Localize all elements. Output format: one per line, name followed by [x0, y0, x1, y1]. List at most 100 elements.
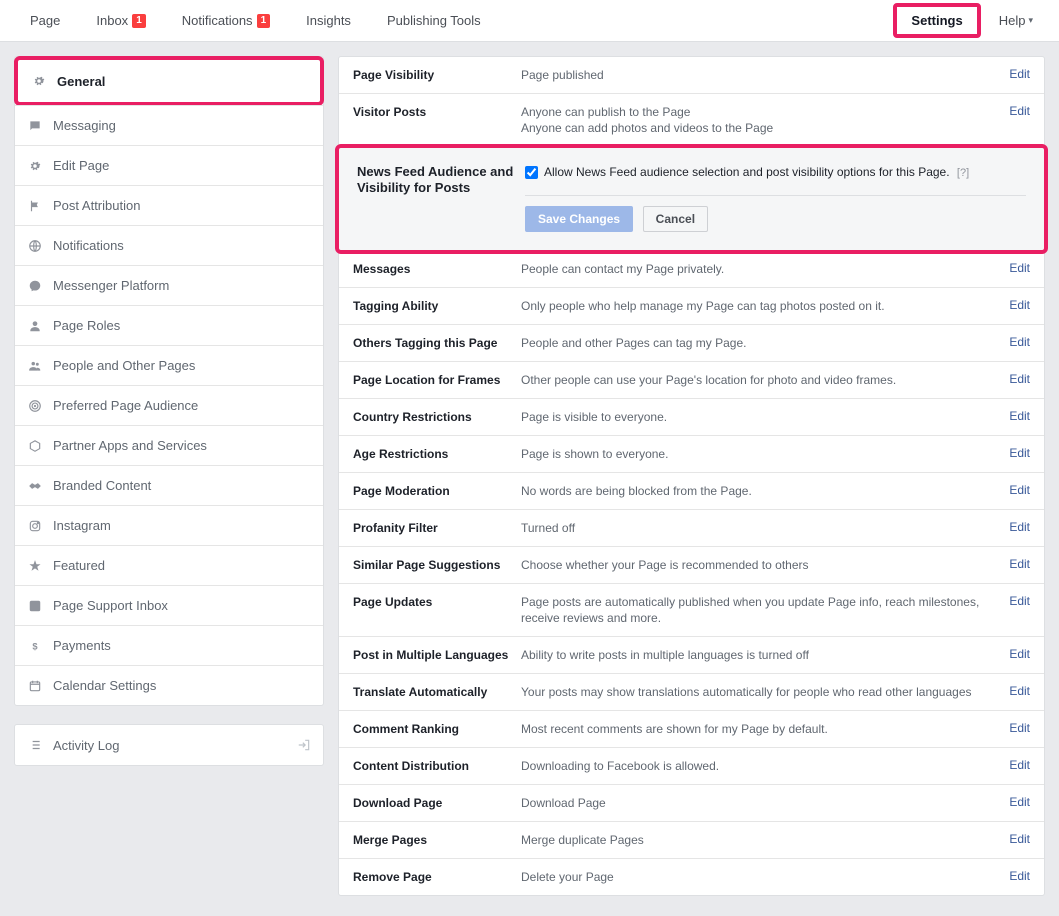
sidebar-item-messaging[interactable]: Messaging	[15, 105, 323, 145]
setting-merge-pages: Merge Pages Merge duplicate Pages Edit	[339, 822, 1044, 859]
setting-multiple-languages: Post in Multiple Languages Ability to wr…	[339, 637, 1044, 674]
setting-translate-automatically: Translate Automatically Your posts may s…	[339, 674, 1044, 711]
nav-inbox-badge: 1	[132, 14, 146, 28]
setting-value: Ability to write posts in multiple langu…	[521, 647, 990, 663]
setting-value: People can contact my Page privately.	[521, 261, 990, 277]
setting-label: Page Updates	[353, 594, 521, 610]
setting-value: Your posts may show translations automat…	[521, 684, 990, 700]
setting-label: Tagging Ability	[353, 298, 521, 314]
sidebar-item-page-support-inbox[interactable]: Page Support Inbox	[15, 585, 323, 625]
edit-link[interactable]: Edit	[1009, 298, 1030, 312]
checkbox-label: Allow News Feed audience selection and p…	[544, 165, 950, 179]
nav-publishing-tools[interactable]: Publishing Tools	[369, 0, 499, 42]
edit-link[interactable]: Edit	[1009, 483, 1030, 497]
nav-insights[interactable]: Insights	[288, 0, 369, 42]
sidebar-item-label: Page Support Inbox	[53, 598, 168, 613]
edit-link[interactable]: Edit	[1009, 335, 1030, 349]
setting-label: Post in Multiple Languages	[353, 647, 521, 663]
dollar-icon: $	[27, 638, 43, 654]
edit-link[interactable]: Edit	[1009, 372, 1030, 386]
sidebar-item-messenger-platform[interactable]: Messenger Platform	[15, 265, 323, 305]
sidebar-item-notifications[interactable]: Notifications	[15, 225, 323, 265]
chevron-down-icon: ▾	[1028, 15, 1033, 26]
setting-page-location-frames: Page Location for Frames Other people ca…	[339, 362, 1044, 399]
edit-link[interactable]: Edit	[1009, 409, 1030, 423]
sidebar-item-label: Activity Log	[53, 738, 119, 753]
setting-value: Downloading to Facebook is allowed.	[521, 758, 990, 774]
gear-icon	[31, 73, 47, 89]
sidebar-item-label: Edit Page	[53, 158, 109, 173]
box-icon	[27, 438, 43, 454]
nav-page[interactable]: Page	[12, 0, 78, 42]
setting-content-distribution: Content Distribution Downloading to Face…	[339, 748, 1044, 785]
edit-link[interactable]: Edit	[1009, 832, 1030, 846]
edit-link[interactable]: Edit	[1009, 67, 1030, 81]
sidebar-item-payments[interactable]: $ Payments	[15, 625, 323, 665]
nav-settings[interactable]: Settings	[893, 3, 980, 38]
page-wrap: General Messaging Edit Page Post At	[0, 42, 1059, 910]
edit-link[interactable]: Edit	[1009, 520, 1030, 534]
handshake-icon	[27, 478, 43, 494]
edit-link[interactable]: Edit	[1009, 104, 1030, 118]
setting-visitor-posts: Visitor Posts Anyone can publish to the …	[339, 94, 1044, 147]
cancel-button[interactable]: Cancel	[643, 206, 708, 232]
sidebar-item-post-attribution[interactable]: Post Attribution	[15, 185, 323, 225]
sidebar-item-label: Featured	[53, 558, 105, 573]
setting-value: Merge duplicate Pages	[521, 832, 990, 848]
sidebar-item-label: Instagram	[53, 518, 111, 533]
sidebar-item-featured[interactable]: Featured	[15, 545, 323, 585]
sidebar-item-label: People and Other Pages	[53, 358, 195, 373]
edit-link[interactable]: Edit	[1009, 594, 1030, 608]
save-changes-button[interactable]: Save Changes	[525, 206, 633, 232]
edit-link[interactable]: Edit	[1009, 261, 1030, 275]
edit-link[interactable]: Edit	[1009, 557, 1030, 571]
setting-value: Delete your Page	[521, 869, 990, 885]
setting-label: Age Restrictions	[353, 446, 521, 462]
setting-comment-ranking: Comment Ranking Most recent comments are…	[339, 711, 1044, 748]
edit-link[interactable]: Edit	[1009, 721, 1030, 735]
edit-link[interactable]: Edit	[1009, 684, 1030, 698]
setting-download-page: Download Page Download Page Edit	[339, 785, 1044, 822]
edit-link[interactable]: Edit	[1009, 869, 1030, 883]
people-icon	[27, 358, 43, 374]
setting-similar-page-suggestions: Similar Page Suggestions Choose whether …	[339, 547, 1044, 584]
setting-label: Country Restrictions	[353, 409, 521, 425]
nav-inbox[interactable]: Inbox 1	[78, 0, 163, 42]
sidebar-item-instagram[interactable]: Instagram	[15, 505, 323, 545]
flag-icon	[27, 198, 43, 214]
sidebar-item-general[interactable]: General	[19, 61, 319, 101]
sidebar-item-calendar-settings[interactable]: Calendar Settings	[15, 665, 323, 705]
edit-link[interactable]: Edit	[1009, 795, 1030, 809]
sidebar: General Messaging Edit Page Post At	[14, 56, 324, 896]
edit-link[interactable]: Edit	[1009, 758, 1030, 772]
button-row: Save Changes Cancel	[343, 206, 1040, 246]
nav-help[interactable]: Help ▾	[985, 0, 1047, 42]
setting-label: Comment Ranking	[353, 721, 521, 737]
sidebar-item-label: Page Roles	[53, 318, 120, 333]
setting-label: Translate Automatically	[353, 684, 521, 700]
sidebar-item-partner-apps[interactable]: Partner Apps and Services	[15, 425, 323, 465]
help-icon[interactable]: [?]	[957, 167, 969, 179]
sidebar-item-edit-page[interactable]: Edit Page	[15, 145, 323, 185]
settings-main: Page Visibility Page published Edit Visi…	[338, 56, 1045, 896]
sidebar-item-people-other-pages[interactable]: People and Other Pages	[15, 345, 323, 385]
setting-value: Download Page	[521, 795, 990, 811]
nav-insights-label: Insights	[306, 13, 351, 28]
news-feed-checkbox[interactable]	[525, 166, 538, 179]
sidebar-item-activity-log[interactable]: Activity Log	[15, 725, 323, 765]
sidebar-item-label: Partner Apps and Services	[53, 438, 207, 453]
sidebar-item-preferred-audience[interactable]: Preferred Page Audience	[15, 385, 323, 425]
edit-link[interactable]: Edit	[1009, 647, 1030, 661]
nav-notifications[interactable]: Notifications 1	[164, 0, 288, 42]
setting-page-updates: Page Updates Page posts are automaticall…	[339, 584, 1044, 637]
edit-link[interactable]: Edit	[1009, 446, 1030, 460]
top-nav: Page Inbox 1 Notifications 1 Insights Pu…	[0, 0, 1059, 42]
sidebar-item-branded-content[interactable]: Branded Content	[15, 465, 323, 505]
setting-label: Content Distribution	[353, 758, 521, 774]
chat-icon	[27, 118, 43, 134]
sidebar-item-page-roles[interactable]: Page Roles	[15, 305, 323, 345]
list-icon	[27, 737, 43, 753]
messenger-icon	[27, 278, 43, 294]
setting-value-line: Anyone can add photos and videos to the …	[521, 120, 980, 136]
setting-value: People and other Pages can tag my Page.	[521, 335, 990, 351]
